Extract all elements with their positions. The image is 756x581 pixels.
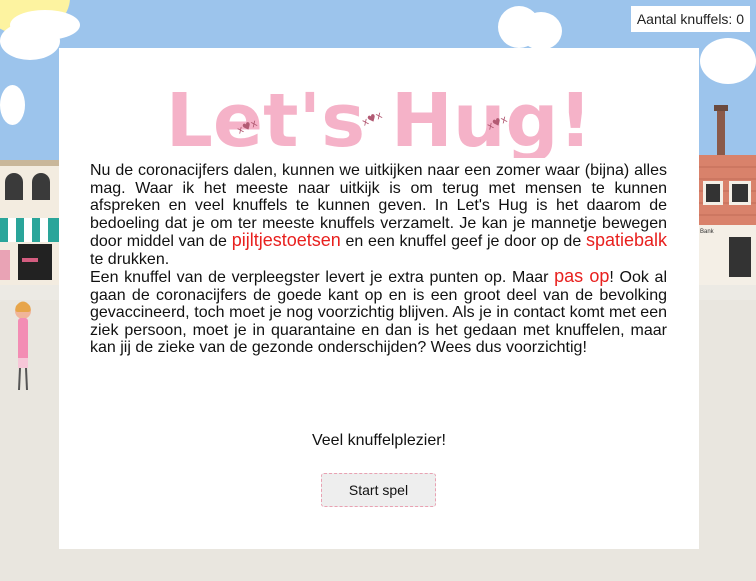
spacebar-highlight: spatiebalk [585, 230, 668, 250]
cloud [10, 10, 80, 40]
cloud [700, 38, 756, 84]
intro-panel: Let's Hug! x♥x x♥x x♥x Nu de coronacijfe… [59, 48, 699, 549]
start-game-button[interactable]: Start spel [321, 473, 436, 507]
hug-counter: Aantal knuffels: 0 [630, 6, 750, 32]
intro-text: Nu de coronacijfers dalen, kunnen we uit… [90, 162, 667, 357]
bank-sign: Bank [700, 229, 714, 235]
cloud [520, 12, 562, 50]
intro-paragraph-2: Een knuffel van de verpleegster levert j… [90, 266, 668, 356]
nurse-character [15, 301, 31, 391]
shop-building-left [0, 160, 59, 285]
arrow-keys-highlight: pijltjestoetsen [231, 230, 341, 250]
game-logo: Let's Hug! x♥x x♥x x♥x [166, 78, 593, 158]
closing-line: Veel knuffelplezier! [311, 432, 446, 449]
warning-highlight: pas op [554, 266, 610, 286]
intro-paragraph-1: Nu de coronacijfers dalen, kunnen we uit… [90, 162, 668, 268]
cloud [0, 85, 25, 125]
bank-building-right [699, 105, 756, 285]
